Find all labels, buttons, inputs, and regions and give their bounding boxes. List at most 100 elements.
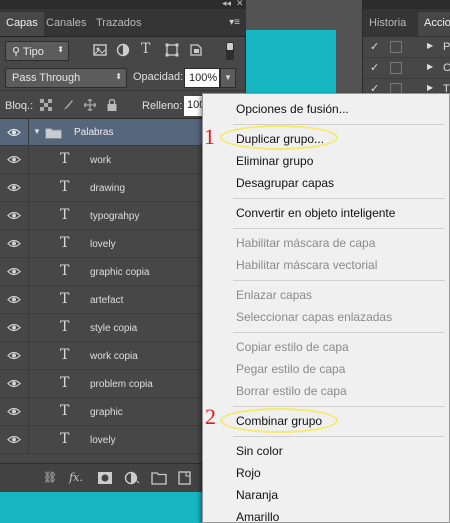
panel-menu-icon[interactable]: ▾≡ xyxy=(229,17,240,28)
menu-separator xyxy=(233,280,445,281)
dialog-toggle-box[interactable] xyxy=(390,41,402,53)
layer-name: Palabras xyxy=(74,127,114,138)
lock-position-icon[interactable] xyxy=(84,99,96,111)
highlight-oval-combinar xyxy=(220,408,338,433)
menu-item-seleccionar-enlazadas[interactable]: Seleccionar capas enlazadas xyxy=(236,310,392,324)
layer-name: style copia xyxy=(90,323,138,334)
lock-all-icon[interactable] xyxy=(106,99,118,111)
eye-icon[interactable] xyxy=(7,323,21,332)
eye-icon[interactable] xyxy=(7,128,21,137)
eye-icon[interactable] xyxy=(7,211,21,220)
highlight-oval-duplicar xyxy=(220,125,338,150)
context-menu: Opciones de fusión... Duplicar grupo... … xyxy=(202,93,450,523)
tab-canales[interactable]: Canales xyxy=(40,12,92,36)
canvas-area-top[interactable] xyxy=(246,30,336,96)
menu-item-copiar-estilo[interactable]: Copiar estilo de capa xyxy=(236,340,349,354)
tab-trazados[interactable]: Trazados xyxy=(90,12,147,36)
layers-panel-tabs: Capas Canales Trazados ▾≡ xyxy=(0,9,246,37)
layer-name: lovely xyxy=(90,239,116,250)
fill-input[interactable]: 100 xyxy=(184,96,204,116)
adjustment-icon[interactable] xyxy=(124,471,140,485)
type-filter-icon[interactable]: T xyxy=(141,41,155,57)
menu-item-rojo[interactable]: Rojo xyxy=(236,466,261,480)
layer-name: graphic xyxy=(90,407,123,418)
lock-transparency-icon[interactable] xyxy=(40,99,52,111)
eye-icon[interactable] xyxy=(7,267,21,276)
action-row[interactable]: ✓ ▶ C xyxy=(363,58,450,79)
expand-triangle-icon[interactable]: ▶ xyxy=(427,41,433,50)
menu-separator xyxy=(233,228,445,229)
collapse-icon[interactable]: ◂◂ xyxy=(222,0,231,9)
link-icon[interactable]: ⛓ xyxy=(42,471,58,485)
check-icon[interactable]: ✓ xyxy=(370,61,379,74)
adjustment-filter-icon[interactable] xyxy=(116,43,130,57)
text-layer-icon: T xyxy=(60,235,70,251)
divider xyxy=(28,230,29,257)
mask-icon[interactable] xyxy=(97,471,113,485)
text-layer-icon: T xyxy=(60,375,70,391)
eye-icon[interactable] xyxy=(7,239,21,248)
annotation-number-1: 1 xyxy=(204,124,215,149)
divider xyxy=(28,426,29,453)
eye-icon[interactable] xyxy=(7,295,21,304)
action-label: C xyxy=(443,62,450,74)
eye-icon[interactable] xyxy=(7,407,21,416)
layer-name: problem copia xyxy=(90,379,153,390)
pixel-filter-icon[interactable] xyxy=(93,43,107,57)
blend-mode-select[interactable]: Pass Through ⬍ xyxy=(5,68,127,88)
menu-item-habilitar-mascara-vectorial[interactable]: Habilitar máscara vectorial xyxy=(236,258,377,272)
menu-item-pegar-estilo[interactable]: Pegar estilo de capa xyxy=(236,362,345,376)
tab-acciones[interactable]: Accio xyxy=(418,12,450,36)
eye-icon[interactable] xyxy=(7,183,21,192)
menu-item-habilitar-mascara-capa[interactable]: Habilitar máscara de capa xyxy=(236,236,375,250)
menu-item-sin-color[interactable]: Sin color xyxy=(236,444,283,458)
canvas-area-bottom[interactable] xyxy=(0,492,202,523)
expand-triangle-icon[interactable]: ▶ xyxy=(427,83,433,92)
check-icon[interactable]: ✓ xyxy=(370,40,379,53)
shape-filter-icon[interactable] xyxy=(165,43,179,57)
tab-historia[interactable]: Historia xyxy=(363,12,412,36)
smart-object-filter-icon[interactable] xyxy=(189,43,203,57)
text-layer-icon: T xyxy=(60,151,70,167)
close-panel-icon[interactable]: ✕ xyxy=(236,0,244,9)
dialog-toggle-box[interactable] xyxy=(390,62,402,74)
text-layer-icon: T xyxy=(60,263,70,279)
fx-icon[interactable]: fx. xyxy=(68,471,84,485)
menu-item-opciones-fusion[interactable]: Opciones de fusión... xyxy=(236,102,349,116)
opacity-dropdown-icon[interactable]: ▼ xyxy=(220,68,236,88)
tab-capas[interactable]: Capas xyxy=(0,12,44,36)
lock-brush-icon[interactable] xyxy=(62,99,74,111)
expand-triangle-icon[interactable]: ▶ xyxy=(427,62,433,71)
filter-toggle[interactable] xyxy=(226,42,234,60)
search-icon: ⚲ xyxy=(12,46,23,58)
menu-item-desagrupar-capas[interactable]: Desagrupar capas xyxy=(236,176,334,190)
updown-arrow-icon: ⬍ xyxy=(57,45,64,54)
layer-name: work copia xyxy=(90,351,138,362)
actions-panel: Historia Accio ✓ ▶ P ✓ ▶ C ✓ ▶ T xyxy=(362,0,450,100)
new-group-icon[interactable] xyxy=(151,471,167,485)
text-layer-icon: T xyxy=(60,179,70,195)
fill-label: Relleno: xyxy=(142,100,183,112)
blend-mode-value: Pass Through xyxy=(12,72,81,84)
filter-kind-label: Tipo xyxy=(22,46,44,58)
menu-separator xyxy=(233,436,445,437)
menu-item-naranja[interactable]: Naranja xyxy=(236,488,278,502)
filter-kind-select[interactable]: ⚲ Tipo ⬍ xyxy=(5,41,69,61)
menu-item-amarillo[interactable]: Amarillo xyxy=(236,510,279,523)
blend-row: Pass Through ⬍ Opacidad: 100% ▼ xyxy=(0,65,246,91)
new-layer-icon[interactable] xyxy=(177,471,193,485)
text-layer-icon: T xyxy=(60,431,70,447)
menu-item-borrar-estilo[interactable]: Borrar estilo de capa xyxy=(236,384,347,398)
eye-icon[interactable] xyxy=(7,435,21,444)
menu-item-eliminar-grupo[interactable]: Eliminar grupo xyxy=(236,154,313,168)
lock-label: Bloq.: xyxy=(5,100,34,112)
action-row[interactable]: ✓ ▶ P xyxy=(363,37,450,58)
eye-icon[interactable] xyxy=(7,351,21,360)
menu-item-convertir-objeto[interactable]: Convertir en objeto inteligente xyxy=(236,206,395,220)
menu-item-enlazar-capas[interactable]: Enlazar capas xyxy=(236,288,312,302)
eye-icon[interactable] xyxy=(7,155,21,164)
eye-icon[interactable] xyxy=(7,379,21,388)
expand-triangle-icon[interactable]: ▼ xyxy=(33,127,41,136)
layer-name: typograhpy xyxy=(90,211,140,222)
opacity-input[interactable]: 100% xyxy=(184,68,220,88)
